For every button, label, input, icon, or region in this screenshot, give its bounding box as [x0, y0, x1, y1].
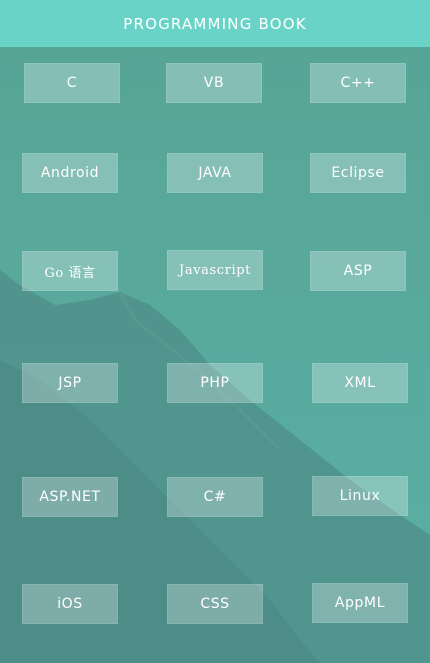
- book-tile-appml[interactable]: AppML: [312, 583, 408, 623]
- book-tile-go[interactable]: Go 语言: [22, 251, 118, 291]
- book-tile-java[interactable]: JAVA: [167, 153, 263, 193]
- book-tile-vb[interactable]: VB: [166, 63, 262, 103]
- book-tile-xml[interactable]: XML: [312, 363, 408, 403]
- book-tile-ios[interactable]: iOS: [22, 584, 118, 624]
- app-header: PROGRAMMING BOOK: [0, 0, 430, 47]
- book-tile-c[interactable]: C: [24, 63, 120, 103]
- book-tile-jsp[interactable]: JSP: [22, 363, 118, 403]
- book-tile-cpp[interactable]: C++: [310, 63, 406, 103]
- book-tile-android[interactable]: Android: [22, 153, 118, 193]
- book-tile-asp[interactable]: ASP: [310, 251, 406, 291]
- book-tile-linux[interactable]: Linux: [312, 476, 408, 516]
- book-tile-aspnet[interactable]: ASP.NET: [22, 477, 118, 517]
- book-tile-css[interactable]: CSS: [167, 584, 263, 624]
- book-tile-csharp[interactable]: C#: [167, 477, 263, 517]
- book-tile-php[interactable]: PHP: [167, 363, 263, 403]
- book-tile-javascript[interactable]: Javascript: [167, 250, 263, 290]
- app-title: PROGRAMMING BOOK: [123, 14, 307, 33]
- book-tile-eclipse[interactable]: Eclipse: [310, 153, 406, 193]
